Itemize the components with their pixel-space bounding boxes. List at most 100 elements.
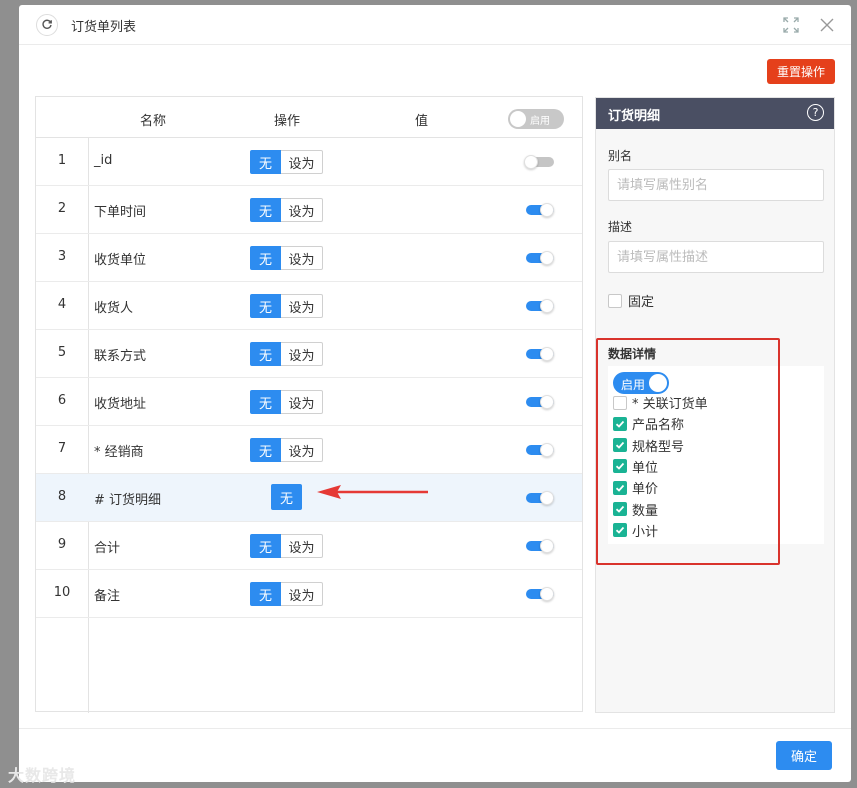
row-name: 下单时间	[94, 205, 147, 220]
none-button[interactable]: 无	[250, 150, 281, 174]
toggle-knob	[540, 539, 554, 553]
detail-field-item[interactable]: 规格型号	[613, 436, 684, 455]
row-name: 备注	[94, 589, 121, 604]
red-arrow-annotation	[317, 485, 428, 499]
none-button[interactable]: 无	[250, 582, 281, 606]
table-row[interactable]: 2 下单时间 无 设为	[36, 186, 582, 234]
header-toggle-label: 启用	[530, 116, 550, 127]
panel-title: 订货明细	[608, 109, 661, 124]
table-row[interactable]: 3 收货单位 无 设为	[36, 234, 582, 282]
close-icon	[820, 18, 834, 32]
toggle-knob	[540, 347, 554, 361]
set-as-button[interactable]: 设为	[281, 390, 323, 414]
row-toggle[interactable]	[526, 299, 554, 313]
set-as-button[interactable]: 设为	[281, 150, 323, 174]
field-checkbox[interactable]	[613, 416, 627, 431]
row-name: # 订货明细	[94, 493, 162, 508]
field-checkbox[interactable]	[613, 502, 627, 516]
set-as-button[interactable]: 设为	[281, 198, 323, 222]
refresh-button[interactable]	[36, 14, 58, 36]
row-toggle[interactable]	[526, 347, 554, 361]
refresh-icon	[42, 19, 52, 29]
field-checkbox[interactable]	[613, 523, 627, 538]
toggle-knob	[649, 374, 667, 392]
header-enable-toggle[interactable]: 启用	[508, 109, 564, 129]
check-icon	[615, 484, 625, 492]
row-toggle[interactable]	[526, 443, 554, 457]
order-list-modal: 订货单列表 重置操作 名称 操作 值 启用 1 _id 无 设为 2 下单时间 …	[19, 5, 851, 782]
row-index: 5	[57, 345, 67, 360]
row-toggle[interactable]	[524, 155, 554, 169]
set-as-button[interactable]: 设为	[281, 342, 323, 366]
field-checkbox[interactable]	[613, 438, 627, 453]
none-button[interactable]: 无	[250, 198, 281, 222]
none-button[interactable]: 无	[250, 342, 281, 366]
none-button[interactable]: 无	[250, 390, 281, 414]
check-icon	[615, 441, 625, 449]
enable-label: 启用	[621, 378, 646, 392]
alias-input[interactable]	[608, 169, 824, 201]
row-index: 8	[57, 489, 67, 504]
fullscreen-button[interactable]	[782, 16, 800, 34]
field-checkbox[interactable]	[613, 395, 627, 410]
field-label: 数量	[632, 503, 659, 519]
row-index: 1	[57, 153, 67, 168]
toggle-knob	[510, 111, 526, 127]
reset-operation-button[interactable]: 重置操作	[767, 59, 835, 84]
row-toggle[interactable]	[526, 539, 554, 553]
action-button-group: 无 设为	[250, 438, 323, 462]
fixed-checkbox[interactable]	[608, 293, 622, 308]
none-button[interactable]: 无	[250, 246, 281, 270]
close-button[interactable]	[818, 16, 836, 34]
data-detail-enable-toggle[interactable]: 启用	[613, 372, 669, 394]
action-button-group: 无 设为	[250, 582, 323, 606]
action-button-group: 无 设为	[250, 198, 323, 222]
field-label: 小计	[632, 524, 659, 540]
check-icon	[615, 527, 625, 535]
field-label: 规格型号	[632, 439, 685, 455]
desc-input[interactable]	[608, 241, 824, 273]
row-index: 10	[53, 585, 71, 600]
detail-field-item[interactable]: 数量	[613, 500, 658, 519]
row-toggle[interactable]	[526, 587, 554, 601]
row-toggle[interactable]	[526, 491, 554, 505]
detail-field-item[interactable]: 小计	[613, 521, 658, 540]
field-checkbox[interactable]	[613, 480, 627, 495]
row-index: 9	[57, 537, 67, 552]
table-row[interactable]: 10 备注 无 设为	[36, 570, 582, 618]
toggle-knob	[540, 203, 554, 217]
row-toggle[interactable]	[526, 203, 554, 217]
action-button-group: 无 设为	[250, 342, 323, 366]
table-row[interactable]: 6 收货地址 无 设为	[36, 378, 582, 426]
fixed-option[interactable]: 固定	[608, 291, 654, 310]
field-checkbox[interactable]	[613, 459, 627, 474]
detail-field-item[interactable]: 单价	[613, 478, 658, 497]
panel-header: 订货明细 ?	[596, 98, 834, 129]
row-toggle[interactable]	[526, 395, 554, 409]
set-as-button[interactable]: 设为	[281, 246, 323, 270]
modal-header: 订货单列表	[19, 5, 851, 45]
set-as-button[interactable]: 设为	[281, 294, 323, 318]
table-row[interactable]: 7 * 经销商 无 设为	[36, 426, 582, 474]
none-button[interactable]: 无	[250, 438, 281, 462]
ok-button[interactable]: 确定	[776, 741, 832, 770]
toggle-knob	[540, 395, 554, 409]
none-button[interactable]: 无	[271, 484, 302, 510]
set-as-button[interactable]: 设为	[281, 438, 323, 462]
table-row[interactable]: 8 # 订货明细 无	[36, 474, 582, 522]
fullscreen-icon	[783, 17, 799, 33]
detail-field-item[interactable]: 产品名称	[613, 414, 684, 433]
detail-field-item[interactable]: 单位	[613, 457, 658, 476]
help-icon[interactable]: ?	[807, 104, 824, 121]
table-row[interactable]: 9 合计 无 设为	[36, 522, 582, 570]
set-as-button[interactable]: 设为	[281, 582, 323, 606]
none-button[interactable]: 无	[250, 534, 281, 558]
header-value: 值	[415, 114, 429, 129]
set-as-button[interactable]: 设为	[281, 534, 323, 558]
none-button[interactable]: 无	[250, 294, 281, 318]
row-toggle[interactable]	[526, 251, 554, 265]
table-row[interactable]: 1 _id 无 设为	[36, 138, 582, 186]
table-row[interactable]: 4 收货人 无 设为	[36, 282, 582, 330]
detail-field-item[interactable]: * 关联订货单	[613, 393, 708, 412]
table-row[interactable]: 5 联系方式 无 设为	[36, 330, 582, 378]
